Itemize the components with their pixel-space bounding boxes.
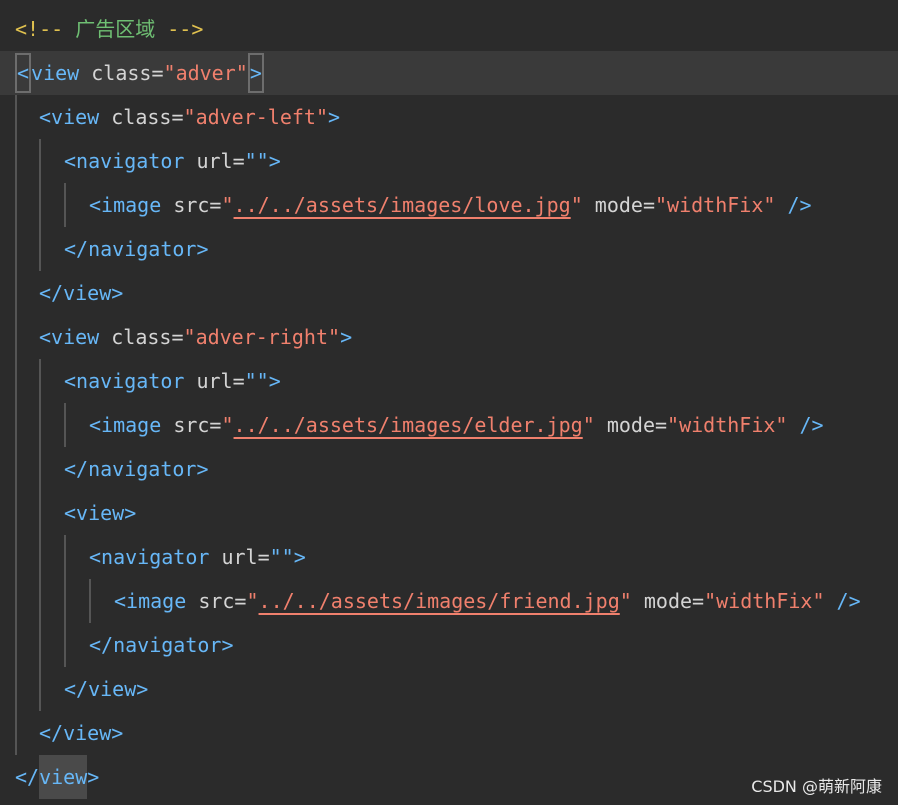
bracket-match: < (15, 53, 32, 93)
code-line[interactable]: <image src="../../assets/images/elder.jp… (0, 403, 898, 447)
attr-value: "" (244, 149, 269, 173)
image-path-link[interactable]: ../../assets/images/friend.jpg (259, 589, 620, 613)
tag-name: image (101, 413, 162, 437)
comment-text: 广告区域 (75, 17, 156, 41)
tag-name: navigator (88, 237, 197, 261)
self-close: /> (836, 589, 861, 613)
watermark: CSDN @萌新阿康 (751, 777, 882, 796)
tag-name: view (51, 105, 100, 129)
image-path-link[interactable]: ../../assets/images/love.jpg (234, 193, 571, 217)
attr-name: class= (111, 105, 184, 129)
attr-value: "adver-right" (183, 325, 341, 349)
code-line[interactable]: <!-- 广告区域 --> (0, 7, 898, 51)
attr-value: "adver" (163, 61, 248, 85)
tag-name: image (126, 589, 187, 613)
tag-name: view (31, 61, 80, 85)
code-line[interactable]: <navigator url=""> (0, 535, 898, 579)
code-line[interactable]: <navigator url=""> (0, 139, 898, 183)
self-close: /> (787, 193, 812, 217)
attr-name: mode= (643, 589, 705, 613)
attr-name: mode= (594, 193, 655, 217)
code-line[interactable]: </navigator> (0, 447, 898, 491)
code-editor[interactable]: <!-- 广告区域 --> < view class="adver" > <view… (0, 0, 898, 805)
code-line[interactable]: </navigator> (0, 623, 898, 667)
code-line[interactable]: <image src="../../assets/images/friend.j… (0, 579, 898, 623)
attr-name: src= (198, 589, 247, 613)
code-line[interactable]: <view> (0, 491, 898, 535)
attr-value: "" (269, 545, 294, 569)
code-line[interactable]: <image src="../../assets/images/love.jpg… (0, 183, 898, 227)
tag-name: navigator (76, 369, 185, 393)
tag-name: navigator (76, 149, 185, 173)
comment-open: <!-- (15, 17, 64, 41)
self-close: /> (799, 413, 824, 437)
attr-name: mode= (606, 413, 668, 437)
image-path-link[interactable]: ../../assets/images/elder.jpg (234, 413, 583, 437)
tag-name: view (51, 325, 100, 349)
tag-name: image (101, 193, 162, 217)
matched-tag-highlight: view (39, 755, 88, 799)
comment-close: --> (167, 17, 204, 41)
tag-name: navigator (113, 633, 222, 657)
attr-value: "widthFix" (704, 589, 825, 613)
code-line[interactable]: <navigator url=""> (0, 359, 898, 403)
attr-name: class= (111, 325, 184, 349)
code-line[interactable]: <view class="adver-right"> (0, 315, 898, 359)
code-line[interactable]: <view class="adver-left"> (0, 95, 898, 139)
tag-name: navigator (101, 545, 210, 569)
attr-value: "widthFix" (667, 413, 788, 437)
attr-name: url= (196, 149, 245, 173)
code-line-active[interactable]: < view class="adver" > (0, 51, 898, 95)
attr-name: src= (173, 413, 222, 437)
code-line[interactable]: </navigator> (0, 227, 898, 271)
attr-name: url= (196, 369, 245, 393)
attr-value: "widthFix" (655, 193, 776, 217)
attr-name: class= (91, 61, 164, 85)
attr-value: "" (244, 369, 269, 393)
code-line[interactable]: </view> (0, 711, 898, 755)
tag-name: view (63, 721, 112, 745)
tag-name: view (76, 501, 125, 525)
tag-name: view (63, 281, 112, 305)
attr-value: "adver-left" (183, 105, 329, 129)
tag-name: view (88, 677, 137, 701)
code-line[interactable]: </view> (0, 667, 898, 711)
code-line[interactable]: </view> (0, 271, 898, 315)
tag-name: navigator (88, 457, 197, 481)
attr-name: url= (221, 545, 270, 569)
bracket-match: > (247, 53, 264, 93)
attr-name: src= (173, 193, 222, 217)
